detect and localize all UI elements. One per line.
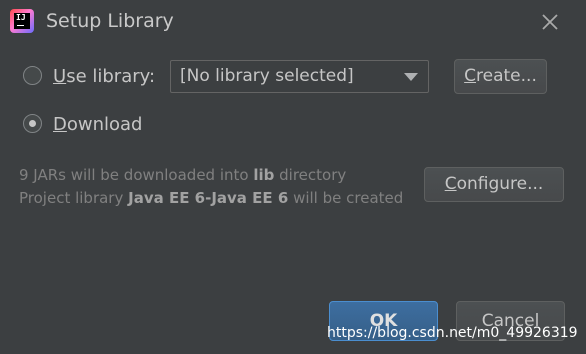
window-title: Setup Library [46, 10, 174, 32]
use-library-radio[interactable] [23, 66, 42, 85]
info-text: 9 JARs will be downloaded into [19, 166, 254, 184]
use-library-mnemonic: U [53, 66, 67, 87]
download-mnemonic: D [53, 114, 67, 135]
library-select-value: [No library selected] [180, 66, 354, 86]
configure-label: onfigure... [456, 174, 544, 194]
download-info-line: 9 JARs will be downloaded into lib direc… [19, 166, 346, 184]
library-info-line: Project library Java EE 6-Java EE 6 will… [19, 189, 403, 207]
download-label-text: ownload [66, 114, 143, 135]
configure-button[interactable]: Configure... [424, 167, 564, 202]
info-text: directory [274, 166, 347, 184]
create-mnemonic: C [464, 66, 477, 86]
create-button[interactable]: Create... [454, 59, 547, 94]
library-name: Java EE 6-Java EE 6 [128, 189, 289, 207]
info-text: will be created [288, 189, 404, 207]
lib-directory-name: lib [253, 166, 275, 184]
create-label: reate... [476, 66, 537, 86]
use-library-label[interactable]: Use library: [53, 66, 155, 87]
watermark: https://blog.csdn.net/m0_49926319 [327, 325, 578, 341]
close-icon[interactable] [538, 10, 562, 34]
chevron-down-icon [404, 73, 418, 81]
download-label[interactable]: Download [53, 114, 143, 135]
download-radio[interactable] [23, 114, 42, 133]
library-select[interactable]: [No library selected] [170, 60, 429, 93]
use-library-label-text: se library: [66, 66, 156, 87]
info-text: Project library [19, 189, 129, 207]
configure-mnemonic: C [444, 174, 457, 194]
intellij-idea-icon: IJ [10, 9, 34, 33]
